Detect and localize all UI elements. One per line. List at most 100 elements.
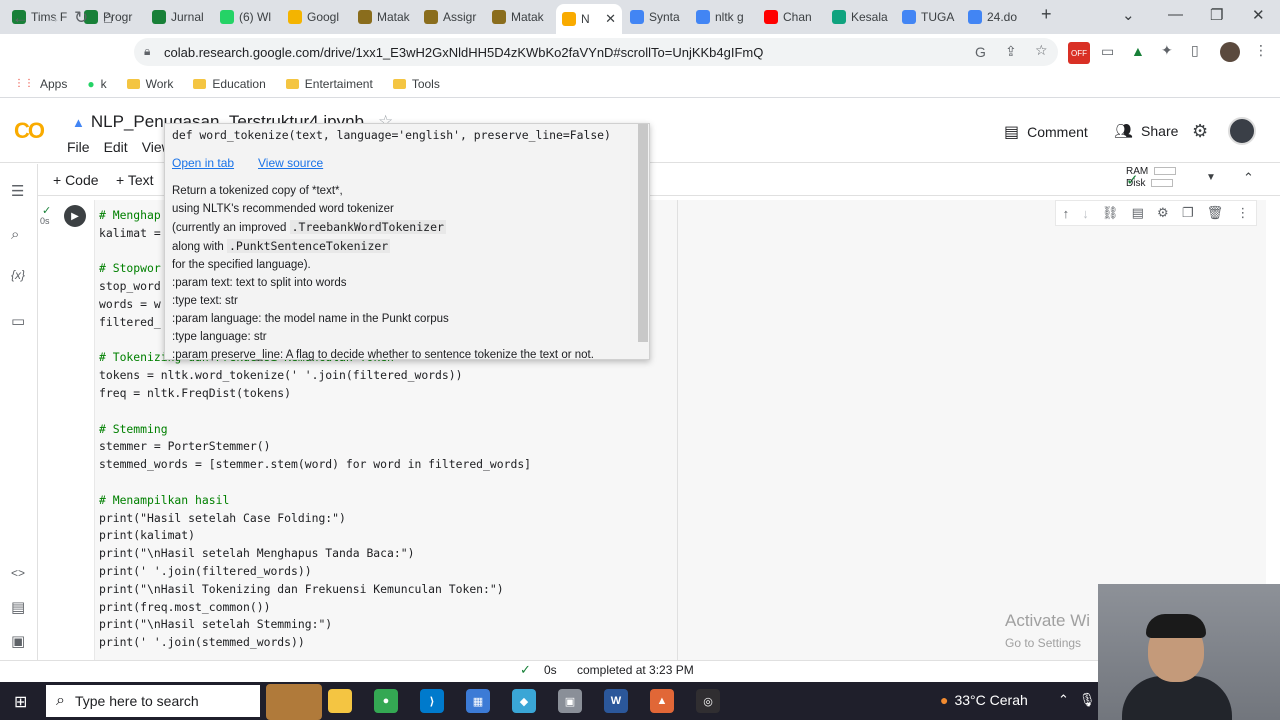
bookmark-item[interactable]: ⋮⋮ Apps	[14, 77, 67, 91]
browser-tab[interactable]: Chan	[758, 4, 824, 30]
browser-tab[interactable]: N ✕	[556, 4, 622, 34]
menu-item[interactable]: Edit	[104, 139, 128, 155]
browser-tab[interactable]: Jurnal	[146, 4, 212, 30]
bookmarks-bar: ⋮⋮ Apps ● k Work Education Entertaiment Tools	[0, 70, 1280, 98]
menu-item[interactable]: File	[67, 139, 90, 155]
tab-label: Googl	[307, 10, 340, 24]
browser-tab[interactable]: Matak	[486, 4, 554, 30]
side-panel-icon[interactable]: ▯	[1191, 42, 1199, 59]
more-options-icon[interactable]: ⋮	[1236, 205, 1249, 221]
matlab-icon[interactable]: ▲	[650, 689, 674, 713]
app-icon[interactable]: ◆	[512, 689, 536, 713]
obs-icon[interactable]: ◎	[696, 689, 720, 713]
collapse-chevron-icon[interactable]: ⌃	[1243, 170, 1254, 186]
add-text-button[interactable]: + Text	[116, 172, 154, 188]
comment-button[interactable]: ▤ Comment	[1004, 122, 1088, 142]
browser-tab[interactable]: (6) Wl	[214, 4, 280, 30]
play-icon: ▶	[71, 210, 79, 222]
bookmark-item[interactable]: Work	[126, 77, 173, 91]
status-exec-time: 0s	[544, 663, 557, 677]
tray-chevron-icon[interactable]: ⌃	[1058, 692, 1069, 708]
settings-gear-icon[interactable]: ⚙	[1192, 121, 1208, 142]
calculator-icon[interactable]: ▦	[466, 689, 490, 713]
bookmark-star-icon[interactable]: ☆	[1035, 42, 1048, 59]
app2-icon[interactable]: ▣	[558, 689, 582, 713]
new-tab-icon[interactable]: +	[1041, 4, 1052, 25]
tab-search-icon[interactable]: ⌄	[1122, 6, 1135, 24]
google-lens-icon[interactable]: G	[975, 44, 986, 60]
cell-settings-icon[interactable]: ⚙	[1157, 205, 1169, 221]
chrome-menu-icon[interactable]: ⋮	[1254, 42, 1268, 59]
extension-icon[interactable]: ▲	[1131, 43, 1145, 59]
taskbar-search-placeholder: Type here to search	[74, 693, 199, 709]
youtube-icon	[764, 10, 778, 24]
reload-icon[interactable]: ↻	[74, 8, 88, 28]
open-in-tab-link[interactable]: Open in tab	[172, 156, 234, 170]
bookmark-item[interactable]: Entertaiment	[285, 77, 373, 91]
account-avatar[interactable]	[1228, 117, 1256, 145]
share-page-icon[interactable]: ⇪	[1005, 43, 1017, 60]
weather-widget[interactable]: ● 33°C Cerah	[940, 692, 1028, 708]
browser-tab[interactable]: Kesala	[826, 4, 894, 30]
command-palette-icon[interactable]: ▤	[11, 598, 25, 616]
table-of-contents-icon[interactable]: ☰	[11, 182, 24, 200]
browser-tab[interactable]: Synta	[624, 4, 688, 30]
move-up-icon[interactable]: ↑	[1063, 206, 1070, 221]
dropdown-arrow-icon[interactable]: ▼	[1206, 172, 1216, 183]
browser-tab[interactable]: Googl	[282, 4, 350, 30]
code-line: print(' '.join(filtered_words))	[99, 563, 312, 578]
vscode-icon[interactable]: ⟩	[420, 689, 444, 713]
move-down-icon[interactable]: ↓	[1082, 206, 1089, 221]
weather-icon: ●	[940, 692, 949, 708]
forward-icon[interactable]: →	[44, 8, 61, 28]
mirror-cell-icon[interactable]: ❐	[1182, 205, 1194, 221]
resource-monitor[interactable]: RAM Disk	[1126, 166, 1177, 190]
watermark-title: Activate Wi	[1005, 611, 1091, 630]
taskbar-search-box[interactable]: ⌕ Type here to search	[46, 685, 260, 717]
colab-logo[interactable]: CO	[14, 118, 45, 144]
taskbar-promo-image[interactable]	[266, 684, 322, 720]
variables-icon[interactable]: {x}	[11, 268, 25, 282]
tab-label: 24.do	[987, 10, 1018, 24]
bookmark-label: Apps	[40, 76, 68, 91]
minimize-icon[interactable]: —	[1168, 6, 1183, 23]
chrome-icon[interactable]: ●	[374, 689, 398, 713]
tooltip-scrollbar[interactable]	[638, 124, 648, 342]
delete-icon[interactable]: 🗑︎	[1207, 205, 1224, 221]
cast-icon[interactable]: ▭	[1101, 43, 1114, 60]
home-icon[interactable]: ⌂	[103, 8, 113, 28]
weather-text: 33°C Cerah	[954, 692, 1028, 708]
browser-tab[interactable]: 24.do	[962, 4, 1032, 30]
view-source-link[interactable]: View source	[258, 156, 323, 170]
link-icon[interactable]: ⛓	[1102, 205, 1119, 221]
bookmark-item[interactable]: Education	[193, 77, 266, 91]
microphone-icon[interactable]: 🎙︎	[1079, 692, 1096, 708]
bookmark-item[interactable]: Tools	[392, 77, 440, 91]
puzzle-icon[interactable]: ✦	[1161, 42, 1173, 59]
run-cell-button[interactable]: ▶	[64, 205, 86, 227]
terminal-icon[interactable]: ▣	[11, 632, 25, 650]
extension-off-icon[interactable]: OFF	[1068, 42, 1090, 64]
close-window-icon[interactable]: ✕	[1252, 6, 1265, 24]
address-bar[interactable]: 🔒︎ colab.research.google.com/drive/1xx1_…	[134, 38, 1058, 66]
back-icon[interactable]: ←	[12, 8, 29, 28]
code-snippets-icon[interactable]: <>	[11, 566, 25, 580]
close-tab-icon[interactable]: ✕	[605, 11, 616, 27]
file-explorer-icon[interactable]	[328, 689, 352, 713]
search-icon[interactable]: ⌕	[11, 226, 19, 243]
bookmark-item[interactable]: ● k	[87, 77, 106, 91]
add-code-button[interactable]: + Code	[53, 172, 99, 188]
profile-avatar[interactable]	[1220, 42, 1240, 62]
maximize-icon[interactable]: ❐	[1210, 6, 1223, 24]
comment-cell-icon[interactable]: ▤	[1132, 205, 1144, 221]
share-button[interactable]: 👥︎ Share	[1114, 122, 1178, 140]
files-folder-icon[interactable]: ▭	[11, 312, 25, 330]
comment-icon: ▤	[1004, 124, 1020, 141]
bookmark-label: k	[100, 76, 107, 91]
browser-tab[interactable]: TUGA	[896, 4, 960, 30]
browser-tab[interactable]: Matak	[352, 4, 416, 30]
word-icon[interactable]: W	[604, 689, 628, 713]
browser-tab[interactable]: Assigr	[418, 4, 484, 30]
browser-tab[interactable]: nltk g	[690, 4, 756, 30]
windows-start-icon[interactable]: ⊞	[14, 692, 27, 712]
